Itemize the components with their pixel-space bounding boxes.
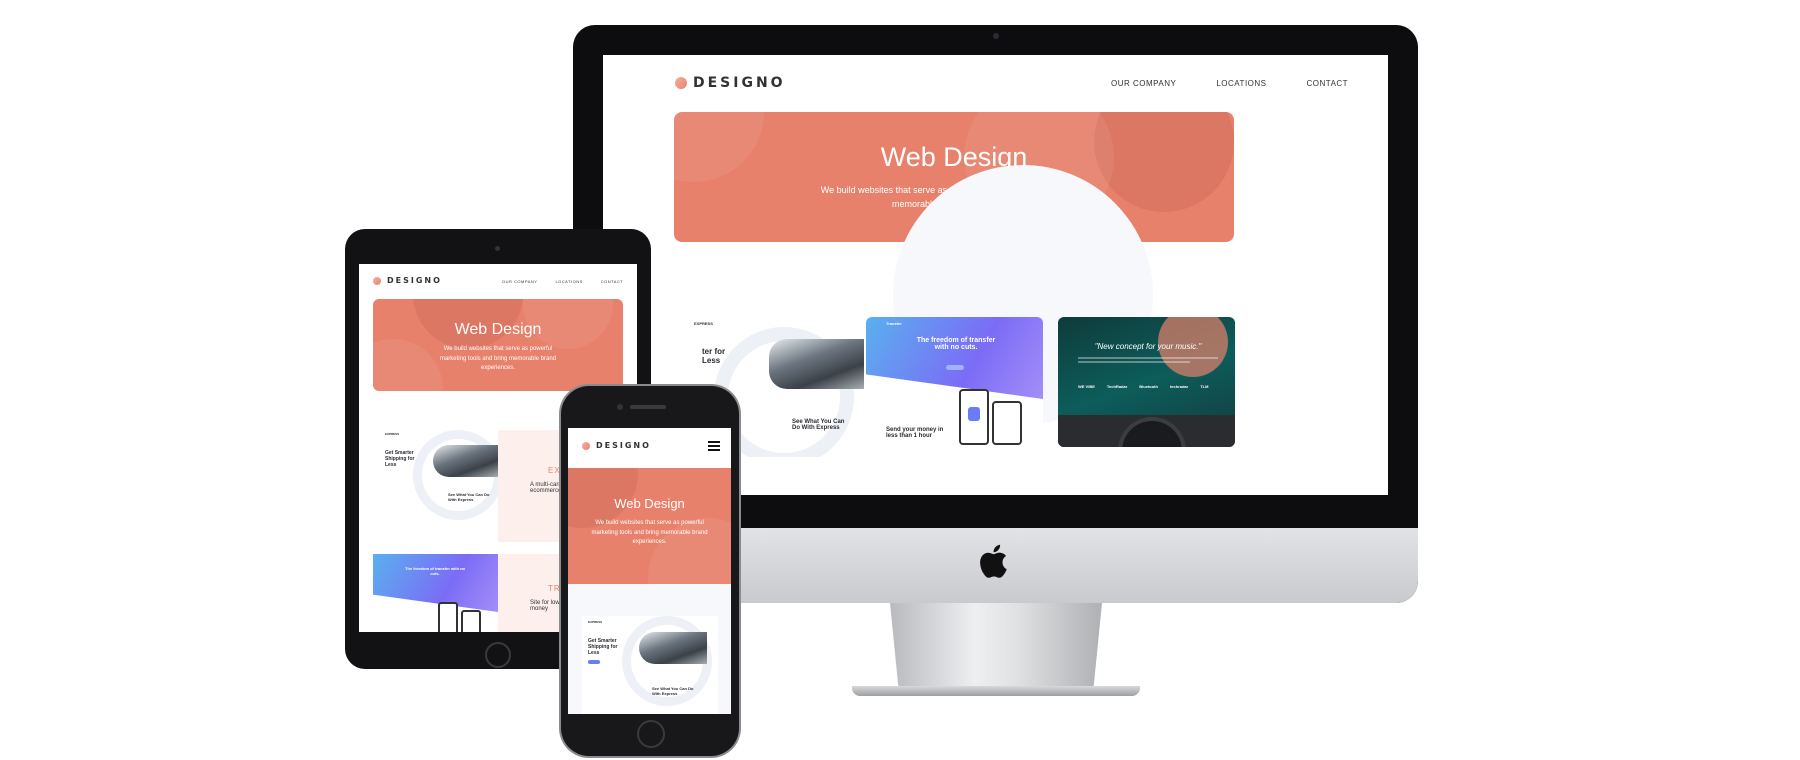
logo-mark-icon (582, 441, 590, 450)
logo[interactable]: DESIGNO (582, 441, 651, 450)
nav-locations[interactable]: LOCATIONS (555, 279, 582, 284)
logo-text: DESIGNO (693, 75, 786, 91)
phone-mock-1 (959, 389, 989, 445)
transfer-gradient (373, 554, 498, 612)
press-logo: TechRadar (1106, 384, 1128, 389)
logo-mark-icon (373, 276, 381, 285)
nav-contact[interactable]: CONTACT (1307, 79, 1349, 88)
project-card-express[interactable]: EXPRESS Get Smarter Shipping for Less Se… (373, 430, 503, 542)
project-card-transfer[interactable]: Transfer The freedom of transfer with no… (866, 317, 1043, 457)
press-logo: techradar (1169, 384, 1189, 389)
card-cta (588, 660, 600, 664)
phone-mock-2 (461, 610, 481, 632)
nav-contact[interactable]: CONTACT (601, 279, 624, 284)
card-title: The freedom of transfer with no cuts. (916, 337, 996, 351)
logo-text: DESIGNO (387, 276, 442, 285)
ipad-home-button (485, 642, 511, 668)
project-card-music[interactable]: "New concept for your music." WE VIBE Te… (1058, 317, 1235, 447)
card-subtitle: Send your money in less than 1 hour (886, 427, 944, 439)
nav-our-company[interactable]: OUR COMPANY (502, 279, 537, 284)
project-card-transfer[interactable]: The freedom of transfer with no cuts. (373, 554, 498, 632)
card-section: See What You Can Do With Express (448, 492, 490, 502)
hero-banner: Web Design We build websites that serve … (373, 299, 623, 391)
phone-mock-1 (438, 602, 458, 632)
imac-stand-foot (852, 686, 1140, 696)
card-brand: Transfer (886, 321, 902, 326)
card-title: ter for Less (702, 347, 726, 365)
hero-text: We build websites that serve as powerful… (439, 346, 557, 372)
card-title: Get Smarter Shipping for Less (385, 450, 415, 468)
truck-image (639, 632, 707, 664)
press-logo: WE VIBE (1078, 384, 1095, 389)
card-cta (812, 323, 830, 328)
press-logos: WE VIBE TechRadar Bluetooth techradar TL… (1078, 384, 1208, 389)
card-title: Get Smarter Shipping for Less (588, 638, 618, 656)
hero-banner: Web Design We build websites that serve … (568, 468, 731, 584)
card-cta (946, 365, 964, 370)
music-body (1078, 357, 1218, 365)
card-title: The freedom of transfer with no cuts. (405, 566, 466, 576)
imac-camera (993, 33, 999, 39)
truck-image (433, 445, 498, 477)
hero-title: Web Design (454, 321, 542, 338)
nav-locations[interactable]: LOCATIONS (1216, 79, 1266, 88)
hero-title: Web Design (614, 496, 685, 511)
transfer-gradient (866, 317, 1043, 399)
press-logo: TLM (1200, 384, 1209, 389)
card-brand: EXPRESS (694, 321, 713, 326)
card-section: See What You Can Do With Express (652, 686, 694, 696)
project-card-express[interactable]: EXPRESS Get Smarter Shipping for Less Se… (582, 616, 718, 714)
card-section: See What You Can Do With Express (792, 419, 845, 431)
site-header: DESIGNO (675, 75, 786, 91)
iphone-camera (617, 404, 623, 410)
logo[interactable]: DESIGNO (675, 75, 786, 91)
main-nav: OUR COMPANY LOCATIONS CONTACT (1111, 79, 1348, 88)
card-brand: EXPRESS (385, 432, 400, 436)
hero-title: Web Design (880, 142, 1028, 172)
ipad-camera (495, 246, 500, 251)
iphone-home-button (637, 720, 665, 748)
press-logo: Bluetooth (1139, 384, 1158, 389)
iphone-speaker (630, 405, 666, 409)
logo-text: DESIGNO (596, 441, 651, 450)
hero-text: We build websites that serve as powerful… (591, 520, 708, 546)
music-quote: "New concept for your music." (1094, 342, 1202, 351)
nav-our-company[interactable]: OUR COMPANY (1111, 79, 1176, 88)
phone-mock-2 (992, 401, 1022, 445)
logo[interactable]: DESIGNO (373, 276, 442, 285)
logo-mark-icon (675, 77, 687, 89)
apple-logo-icon (980, 544, 1007, 578)
truck-image (769, 339, 864, 389)
imac-stand-neck (890, 603, 1102, 688)
card-brand: EXPRESS (588, 620, 603, 624)
main-nav: OUR COMPANY LOCATIONS CONTACT (502, 279, 623, 284)
hamburger-menu-icon[interactable] (708, 441, 720, 451)
iphone-screen: DESIGNO Web Design We build websites tha… (568, 428, 731, 714)
